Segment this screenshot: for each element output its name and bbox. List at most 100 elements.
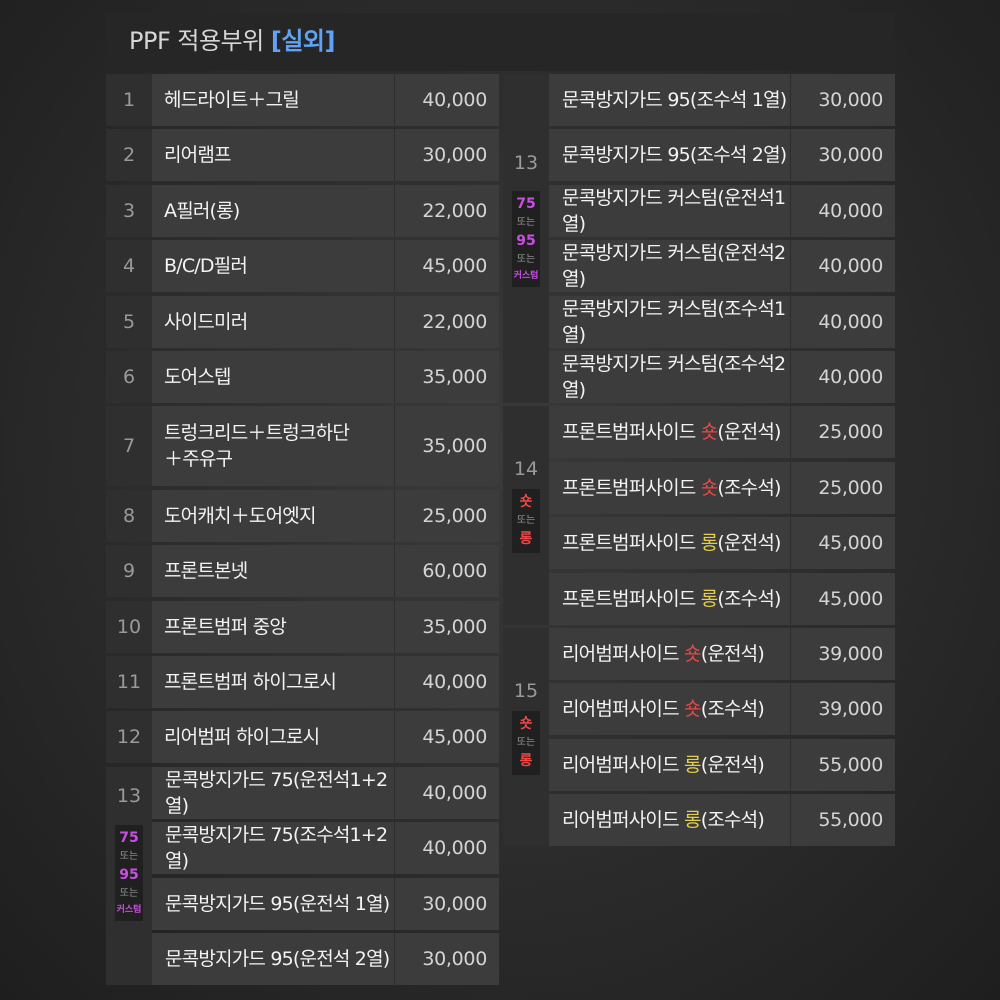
group-number: 13 [513, 152, 539, 174]
column-divider [394, 656, 395, 708]
item-price: 30,000 [422, 144, 487, 167]
column-divider [394, 766, 395, 819]
item-name: 프론트범퍼사이드 숏 (운전석) [562, 406, 799, 458]
badge-text: 95 [119, 866, 139, 883]
item-name: 문콕방지가드 95(조수석 2열) [562, 144, 787, 167]
item-price: 39,000 [818, 643, 883, 665]
column-divider [790, 406, 791, 459]
item-price: 30,000 [818, 144, 883, 167]
table-row: 문콕방지가드 커스텀(운전석1열) 40,000 [549, 184, 895, 237]
item-name: 도어캐치＋도어엣지 [164, 504, 316, 527]
item-name: 문콕방지가드 95(운전석 2열) [165, 947, 390, 970]
table-row: 문콕방지가드 95(운전석 1열) 30,000 [152, 877, 499, 930]
badge-text: 또는 [516, 737, 536, 748]
table-row: 문콕방지가드 커스텀(운전석2열) 40,000 [549, 240, 895, 293]
item-name: 프론트범퍼사이드 롱 (운전석) [562, 517, 799, 569]
item-price: 30,000 [422, 892, 487, 915]
item-name-suffix: (조수석) [700, 809, 765, 832]
item-name: 프론트범퍼사이드 숏 (조수석) [562, 462, 799, 514]
item-name: 문콕방지가드 커스텀(조수석1열) [562, 297, 786, 346]
item-name: 리어범퍼사이드 롱 (운전석) [562, 739, 799, 791]
table-row: 문콕방지가드 95(조수석 1열) 30,000 [549, 74, 895, 126]
item-price: 39,000 [818, 698, 883, 721]
item-price: 30,000 [818, 89, 883, 111]
table-row: 8 도어캐치＋도어엣지 25,000 [106, 489, 499, 542]
column-divider [790, 794, 791, 847]
item-name-suffix: (조수석) [717, 587, 781, 610]
table-row: 11 프론트범퍼 하이그로시 40,000 [106, 656, 499, 708]
item-name-prefix: 리어범퍼사이드 [562, 809, 685, 832]
table-row: 문콕방지가드 95(운전석 2열) 30,000 [152, 932, 499, 985]
item-price: 45,000 [818, 587, 883, 610]
item-price: 45,000 [818, 532, 883, 555]
row-number: 11 [106, 656, 152, 708]
short-tag: 숏 [684, 698, 701, 721]
group-items: 리어범퍼사이드 숏 (운전석) 39,000 리어범퍼사이드 숏 (조수석) 39,000… [549, 628, 895, 847]
column-divider [394, 545, 395, 598]
item-name: 리어범퍼사이드 롱 (조수석) [562, 794, 799, 846]
item-name-suffix: (운전석) [700, 753, 765, 776]
item-name-suffix: (조수석) [700, 698, 765, 721]
table-row: 9 프론트본넷 60,000 [106, 545, 499, 598]
item-price: 25,000 [422, 504, 487, 527]
column-divider [790, 517, 791, 570]
item-name-prefix: 프론트범퍼사이드 [562, 532, 701, 555]
badge-text: 또는 [119, 887, 139, 899]
badge-text: 95 [516, 233, 536, 249]
title-highlight: [실외] [270, 27, 336, 55]
item-price: 40,000 [818, 199, 883, 222]
table-row: 프론트범퍼사이드 숏 (운전석) 25,000 [549, 406, 895, 459]
item-price: 40,000 [818, 255, 883, 278]
item-price: 45,000 [422, 255, 487, 278]
item-name-prefix: 리어범퍼사이드 [562, 753, 685, 776]
item-price: 35,000 [422, 615, 487, 638]
item-name: 문콕방지가드 커스텀(운전석1열) [562, 186, 786, 235]
table-row: 7 트렁크리드＋트렁크하단 ＋주유구 35,000 [106, 406, 499, 487]
column-divider [790, 628, 791, 680]
group-number-cell: 13 75 또는 95 또는 커스텀 [503, 74, 549, 403]
item-name-prefix: 리어범퍼사이드 [562, 698, 685, 721]
column-divider [790, 683, 791, 736]
column-divider [394, 822, 395, 875]
item-price: 40,000 [422, 837, 487, 860]
long-tag: 롱 [684, 753, 701, 776]
item-name: A필러(롱) [164, 199, 240, 222]
item-name: 문콕방지가드 75(운전석1+2열) [165, 768, 388, 817]
table-row: 2 리어램프 30,000 [106, 129, 499, 182]
table-row: 1 헤드라이트＋그릴 40,000 [106, 74, 499, 126]
long-tag: 롱 [700, 587, 718, 610]
column-divider [394, 129, 395, 182]
item-price: 55,000 [818, 809, 883, 832]
item-name: 프론트범퍼 하이그로시 [164, 671, 337, 693]
badge-text: 커스텀 [513, 271, 539, 281]
badge-text: 롱 [519, 753, 533, 769]
item-price: 55,000 [818, 753, 883, 776]
item-name: 트렁크리드＋트렁크하단 ＋주유구 [164, 422, 350, 471]
item-name: 문콕방지가드 커스텀(운전석2열) [562, 242, 786, 291]
option-badge: 75 또는 95 또는 커스텀 [115, 824, 143, 921]
item-price: 22,000 [422, 199, 487, 222]
item-price: 22,000 [422, 310, 487, 333]
item-name: 문콕방지가드 75(조수석1+2열) [165, 824, 388, 873]
row-number: 7 [106, 406, 152, 487]
item-name: 리어범퍼 하이그로시 [164, 726, 320, 749]
table-row: 3 A필러(롱) 22,000 [106, 184, 499, 237]
table-row: 문콕방지가드 75(운전석1+2열) 40,000 [152, 766, 499, 819]
badge-text: 75 [516, 196, 536, 212]
table-row: 프론트범퍼사이드 롱 (조수석) 45,000 [549, 572, 895, 625]
badge-text: 또는 [119, 850, 139, 862]
row-number: 12 [106, 711, 152, 764]
row-number: 2 [106, 129, 152, 182]
group-number: 13 [116, 784, 142, 807]
table-row: 문콕방지가드 커스텀(조수석1열) 40,000 [549, 295, 895, 348]
table-row: 리어범퍼사이드 롱 (조수석) 55,000 [549, 794, 895, 847]
page-title: PPF 적용부위 [실외] [129, 26, 335, 56]
badge-text: 롱 [519, 531, 533, 548]
group-items: 프론트범퍼사이드 숏 (운전석) 25,000 프론트범퍼사이드 숏 (조수석) 25,0… [549, 406, 895, 625]
item-name: 사이드미러 [164, 310, 248, 333]
table-row: 리어범퍼사이드 숏 (운전석) 39,000 [549, 628, 895, 680]
column-divider [394, 240, 395, 293]
option-badge: 숏 또는 롱 [512, 489, 540, 554]
short-tag: 숏 [700, 476, 718, 499]
item-name: B/C/D필러 [164, 255, 248, 278]
